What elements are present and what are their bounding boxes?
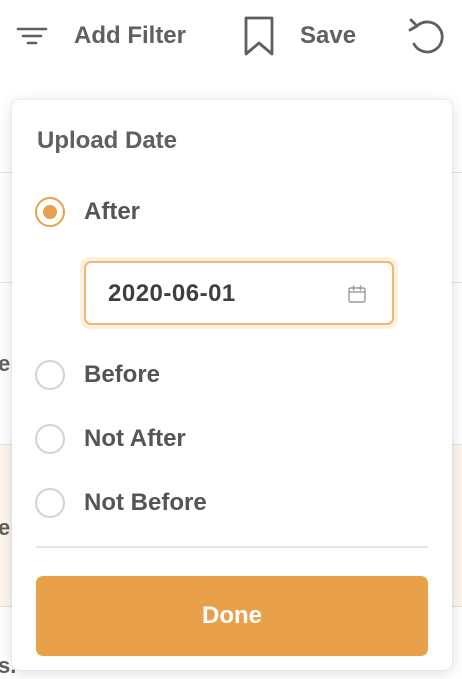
toolbar: Add Filter Save [0, 0, 462, 72]
date-value: 2020-06-01 [108, 280, 236, 307]
popover-title: Upload Date [37, 127, 178, 154]
filter-lines-icon [16, 27, 48, 45]
radio-label: Before [84, 361, 161, 388]
add-filter-button[interactable]: Add Filter [16, 14, 186, 58]
save-button[interactable]: Save [242, 14, 356, 58]
date-filter-popover: Upload Date After 2020-06-01 Before Not … [12, 100, 452, 670]
date-input-focus-ring: 2020-06-01 [80, 257, 398, 329]
add-filter-label: Add Filter [74, 22, 186, 49]
radio-label: Not After [84, 425, 186, 452]
radio-checked-dot [43, 205, 57, 219]
radio-label: After [84, 198, 141, 225]
radio-button[interactable] [35, 488, 65, 518]
radio-button[interactable] [35, 197, 65, 227]
radio-button[interactable] [35, 424, 65, 454]
bookmark-icon [244, 16, 274, 56]
save-label: Save [300, 22, 357, 49]
radio-option-not-after[interactable]: Not After [35, 421, 186, 457]
radio-label: Not Before [84, 489, 207, 516]
reset-button[interactable] [404, 14, 448, 58]
radio-button[interactable] [35, 360, 65, 390]
done-button[interactable]: Done [36, 576, 428, 656]
date-input[interactable]: 2020-06-01 [84, 261, 394, 325]
refresh-icon [408, 18, 444, 54]
list-row-text: e [0, 351, 11, 376]
list-row-text: e [0, 515, 11, 540]
calendar-icon[interactable] [347, 284, 367, 304]
divider [36, 546, 428, 548]
radio-option-before[interactable]: Before [35, 357, 160, 393]
radio-option-after[interactable]: After [35, 194, 140, 230]
radio-option-not-before[interactable]: Not Before [35, 485, 207, 521]
